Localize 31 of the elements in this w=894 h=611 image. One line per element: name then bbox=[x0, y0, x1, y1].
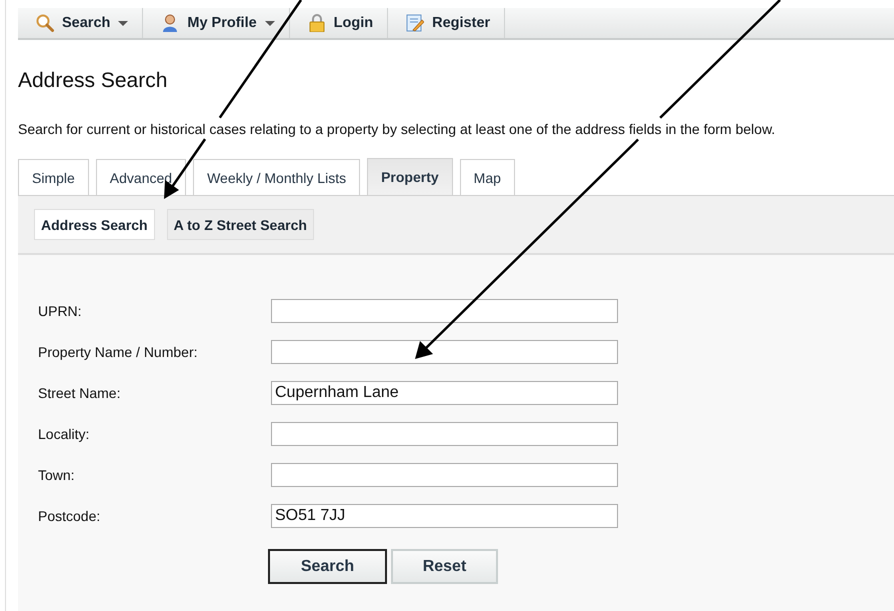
tab[interactable]: Simple bbox=[18, 159, 89, 195]
toolbar-button[interactable]: Login bbox=[290, 8, 388, 38]
toolbar-button[interactable]: Register bbox=[388, 8, 506, 38]
field-label: Town: bbox=[38, 467, 76, 483]
text-field[interactable] bbox=[271, 463, 618, 487]
field-label: Street Name: bbox=[38, 385, 122, 401]
subtab[interactable]: Address Search bbox=[34, 209, 155, 240]
subtab[interactable]: A to Z Street Search bbox=[166, 209, 314, 240]
toolbar-button[interactable]: My Profile bbox=[143, 8, 290, 38]
tab[interactable]: Advanced bbox=[96, 159, 186, 195]
person-icon bbox=[161, 14, 180, 32]
search-icon bbox=[36, 14, 54, 32]
text-field[interactable]: Cupernham Lane bbox=[271, 381, 618, 405]
tab[interactable]: Map bbox=[460, 159, 515, 195]
text-field[interactable] bbox=[271, 340, 618, 364]
text-field[interactable]: SO51 7JJ bbox=[271, 504, 618, 528]
field-label: Postcode: bbox=[38, 508, 102, 524]
padlock-icon bbox=[308, 14, 326, 32]
description-text: Search for current or historical cases relating to a property by selecting at least one of the address fields in the form below. bbox=[18, 121, 776, 137]
toolbar-button[interactable]: Search bbox=[18, 8, 144, 38]
reset-button[interactable]: Reset bbox=[391, 549, 498, 584]
tab[interactable]: Property bbox=[367, 158, 453, 195]
field-label: Property Name / Number: bbox=[38, 344, 198, 360]
field-label: UPRN: bbox=[38, 303, 83, 319]
form-pencil-icon bbox=[406, 14, 424, 32]
text-field[interactable] bbox=[271, 299, 618, 323]
text-field[interactable] bbox=[271, 422, 618, 446]
field-label: Locality: bbox=[38, 426, 90, 442]
page-title: Address Search bbox=[18, 69, 168, 93]
tab[interactable]: Weekly / Monthly Lists bbox=[193, 159, 360, 195]
search-button[interactable]: Search bbox=[268, 549, 387, 584]
